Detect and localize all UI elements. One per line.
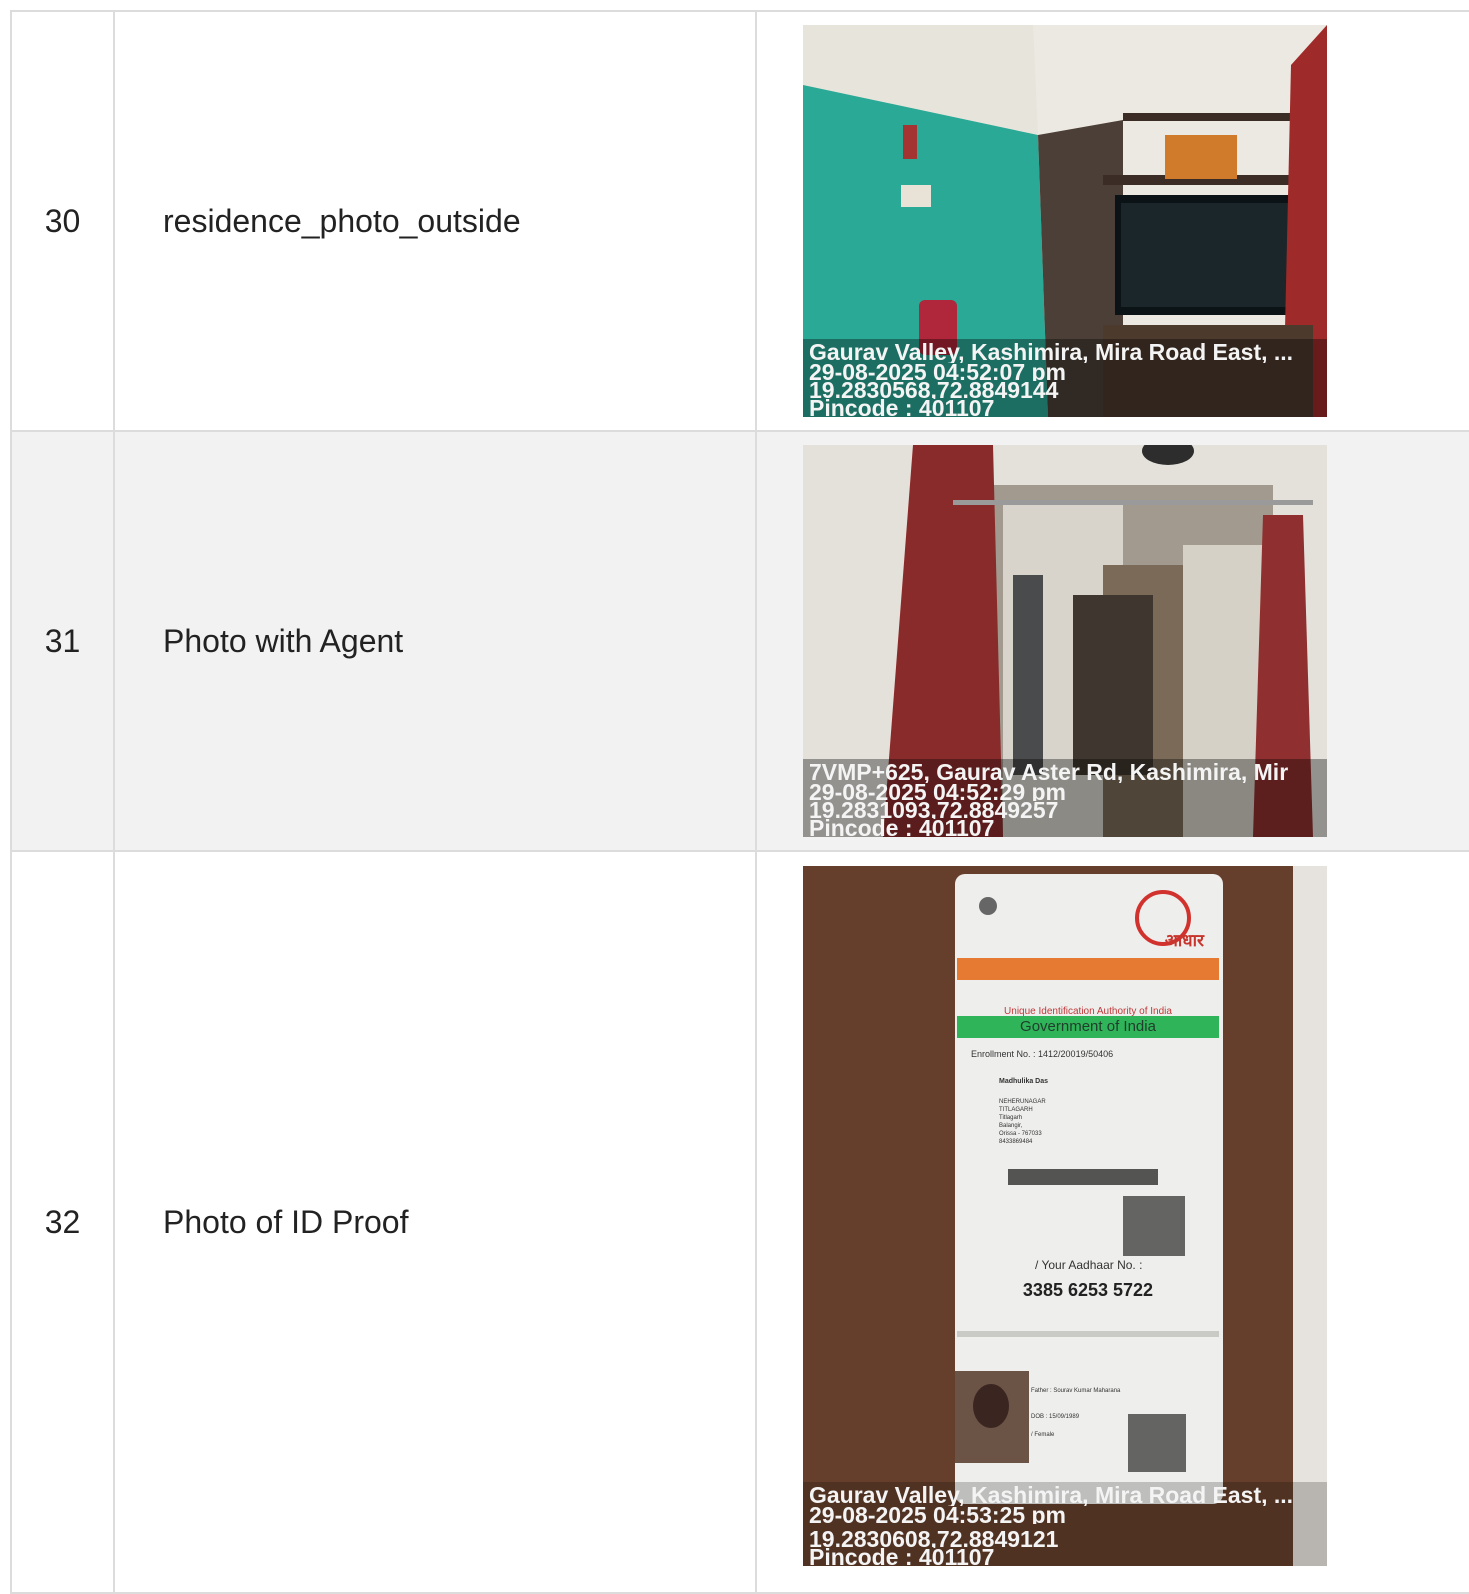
card-name: Madhulika Das xyxy=(999,1078,1049,1085)
card-father: Father : Sourav Kumar Maharana xyxy=(1031,1388,1121,1394)
row-label: residence_photo_outside xyxy=(113,10,757,432)
card-address-line: 8433869484 xyxy=(999,1139,1033,1145)
gov-india-text: Government of India xyxy=(1020,1018,1156,1035)
photo-cell: Gaurav Valley, Kashimira, Mira Road East… xyxy=(755,10,1469,432)
field-photo-table: 30 residence_photo_outside Gaurav Valley… xyxy=(10,10,1469,1594)
aadhaar-logo-text: आधार xyxy=(1164,931,1204,950)
row-number: 31 xyxy=(10,430,115,852)
stamp-pincode: Pincode : 401107 xyxy=(809,819,995,837)
stamp-coordinates: 19.2830568,72.8849144 xyxy=(809,381,1059,399)
stamp-datetime: 29-08-2025 04:52:29 pm xyxy=(809,783,1066,801)
enrollment-text: Enrollment No. : 1412/20019/50406 xyxy=(971,1049,1114,1059)
card-gender: / Female xyxy=(1031,1432,1055,1438)
card-address-line: Balangir, xyxy=(999,1123,1023,1129)
stamp-datetime: 29-08-2025 04:52:07 pm xyxy=(809,363,1066,381)
stamp-address: Gaurav Valley, Kashimira, Mira Road East… xyxy=(809,1484,1294,1506)
stamp-address: Gaurav Valley, Kashimira, Mira Road East… xyxy=(809,341,1294,363)
your-aadhaar-label: / Your Aadhaar No. : xyxy=(1035,1258,1143,1272)
photo-geotag-stamp: Gaurav Valley, Kashimira, Mira Road East… xyxy=(803,1482,1327,1566)
table-row: 32 Photo of ID Proof आधार Unique Identif… xyxy=(10,850,1469,1594)
photo-geotag-stamp: Gaurav Valley, Kashimira, Mira Road East… xyxy=(803,339,1327,417)
row-number: 32 xyxy=(10,850,115,1594)
stamp-coordinates: 19.2830608,72.8849121 xyxy=(809,1530,1059,1548)
stamp-pincode: Pincode : 401107 xyxy=(809,1548,995,1566)
stamp-coordinates: 19.2831093,72.8849257 xyxy=(809,801,1059,819)
stamp-pincode: Pincode : 401107 xyxy=(809,399,995,417)
card-address-line: Orissa - 767033 xyxy=(999,1131,1042,1137)
aadhaar-number: 3385 6253 5722 xyxy=(1022,1280,1154,1300)
card-address-line: Titlagarh xyxy=(999,1115,1023,1121)
photo-cell: आधार Unique Identification Authority of … xyxy=(755,850,1469,1594)
photo-geotag-stamp: 7VMP+625, Gaurav Aster Rd, Kashimira, Mi… xyxy=(803,759,1327,837)
table-row: 30 residence_photo_outside Gaurav Valley… xyxy=(10,10,1469,432)
id-proof-photo[interactable]: आधार Unique Identification Authority of … xyxy=(803,866,1327,1566)
card-address-line: NEHERUNAGAR xyxy=(999,1099,1046,1105)
residence-photo[interactable]: Gaurav Valley, Kashimira, Mira Road East… xyxy=(803,25,1327,417)
table-row: 31 Photo with Agent 7VMP+625, Gaurav Ast… xyxy=(10,430,1469,852)
card-address-line: TITLAGARH xyxy=(999,1107,1033,1113)
stamp-address: 7VMP+625, Gaurav Aster Rd, Kashimira, Mi… xyxy=(809,761,1289,783)
card-address: NEHERUNAGAR TITLAGARH Titlagarh Balangir… xyxy=(999,1098,1046,1146)
id-proof-photo-image xyxy=(803,866,1327,1566)
uidai-text: Unique Identification Authority of India xyxy=(1004,1006,1172,1017)
row-label: Photo of ID Proof xyxy=(113,850,757,1594)
row-label: Photo with Agent xyxy=(113,430,757,852)
photo-cell: 7VMP+625, Gaurav Aster Rd, Kashimira, Mi… xyxy=(755,430,1469,852)
agent-photo[interactable]: 7VMP+625, Gaurav Aster Rd, Kashimira, Mi… xyxy=(803,445,1327,837)
row-number: 30 xyxy=(10,10,115,432)
card-dob: DOB : 15/09/1989 xyxy=(1031,1414,1080,1420)
stamp-datetime: 29-08-2025 04:53:25 pm xyxy=(809,1506,1066,1524)
